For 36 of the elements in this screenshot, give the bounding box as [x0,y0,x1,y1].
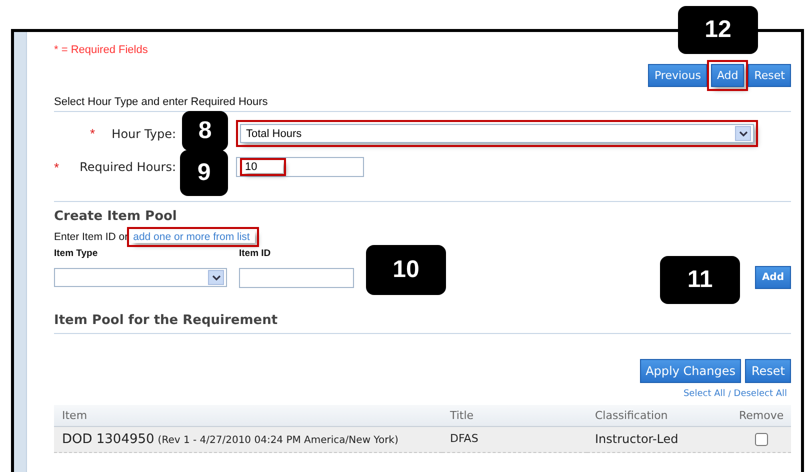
select-all-link[interactable]: Select All [683,389,726,399]
step-number-callout: 11 [660,256,740,304]
item-type-label: Item Type [54,248,99,259]
step-number-callout: 12 [678,6,758,54]
dropdown-caret-icon[interactable] [208,270,224,285]
table-cell: Instructor-Led [587,427,731,453]
remove-checkbox[interactable] [754,433,768,446]
separator-slash: / [728,389,731,399]
table-cell: DOD 1304950 (Rev 1 - 4/27/2010 04:24 PM America/New York) [54,427,442,453]
required-mark: * [90,126,96,141]
column-header: Classification [587,405,731,427]
table-action-button[interactable]: Reset [745,359,791,383]
add-item-button[interactable]: Add [754,266,791,289]
column-header: Remove [731,405,791,427]
column-header: Title [442,405,587,427]
table-action-button[interactable]: Apply Changes [640,359,742,383]
item-id-label: Item ID [239,248,271,259]
required-mark: * [54,160,60,174]
nav-button[interactable]: Reset [748,64,791,87]
section-heading: Create Item Pool [54,209,178,224]
dropdown-caret-icon[interactable] [735,126,751,141]
item-id-hint: Enter Item ID or [54,231,128,243]
required-hours-input[interactable]: 10 [236,157,364,177]
deselect-all-link[interactable]: Deselect All [734,389,787,399]
required-fields-note: * = Required Fields [54,44,149,56]
section-heading: Item Pool for the Requirement [54,313,279,328]
column-header: Item [54,405,442,427]
nav-button[interactable]: Previous [648,64,707,87]
table-cell: DFAS [442,427,587,453]
item-id-input[interactable] [239,268,354,288]
step-number-callout: 9 [180,150,228,196]
hour-type-label: Hour Type: [110,126,176,140]
instruction-text: Select Hour Type and enter Required Hours [54,96,269,108]
required-hours-label: Required Hours: [78,160,176,174]
step-number-callout: 10 [366,245,446,295]
step-number-callout: 8 [182,111,228,151]
